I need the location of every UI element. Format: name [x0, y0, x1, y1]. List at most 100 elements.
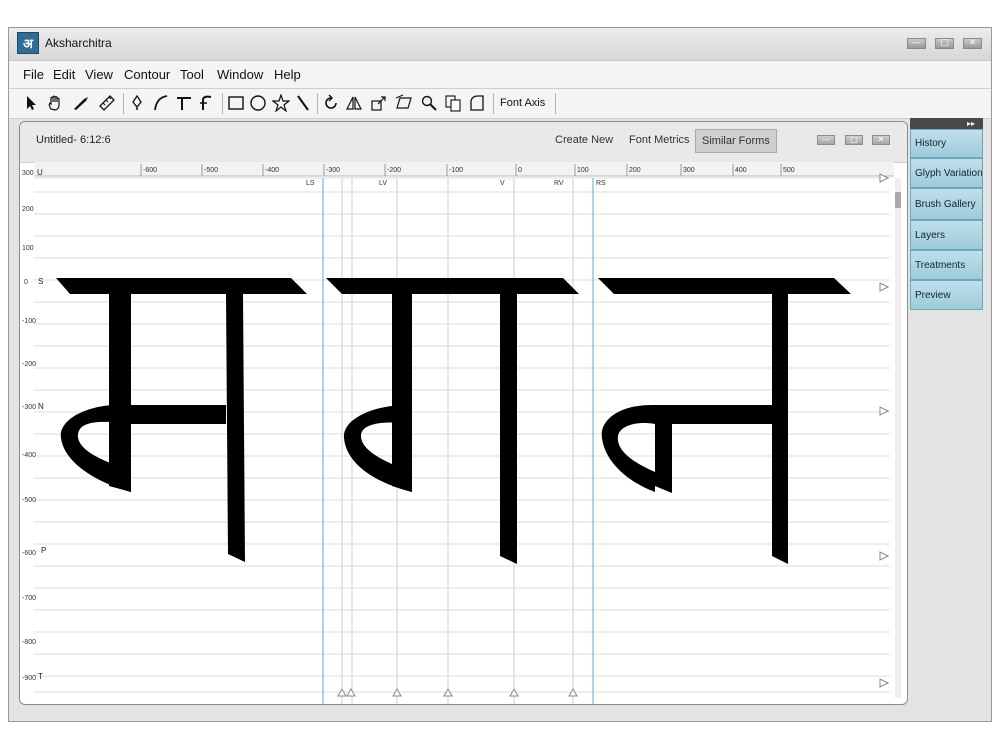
x-tick-label: -300	[326, 167, 340, 174]
menu-contour[interactable]: Contour	[124, 67, 170, 82]
y-tick-label: 200	[22, 206, 34, 213]
panel-treatments[interactable]: Treatments	[910, 250, 983, 280]
menu-view[interactable]: View	[85, 67, 113, 82]
x-tick-label: 0	[518, 167, 522, 174]
document-window: Untitled- 6:12:6 Create New Font Metrics…	[19, 121, 908, 705]
y-tick-label: -500	[22, 497, 36, 504]
create-new-button[interactable]: Create New	[555, 134, 613, 146]
side-panel: ▸▸ History Glyph Variations Brush Galler…	[910, 118, 984, 313]
guide-label-lv: LV	[379, 180, 387, 187]
x-tick-label: 500	[783, 167, 795, 174]
hand-icon[interactable]	[45, 93, 65, 113]
x-tick-label: 400	[735, 167, 747, 174]
y-tick-label: -100	[22, 318, 36, 325]
doc-close-button[interactable]: ✕	[872, 135, 890, 145]
line-icon[interactable]	[293, 93, 313, 113]
glyph-canvas[interactable]: -600 -500 -400 -300 -200 -100 0 100 200 …	[20, 162, 907, 704]
y-tick-label: 300	[22, 170, 34, 177]
glyph-na[interactable]	[598, 278, 851, 564]
minimize-button[interactable]: —	[907, 38, 926, 49]
x-tick-label: -600	[143, 167, 157, 174]
row-label: S	[38, 277, 43, 286]
panel-preview[interactable]: Preview	[910, 280, 983, 310]
corner-icon[interactable]	[174, 93, 194, 113]
pen-icon[interactable]	[127, 93, 147, 113]
row-label: N	[38, 402, 44, 411]
horizontal-ruler	[34, 162, 894, 176]
y-tick-label: -800	[22, 639, 36, 646]
star-icon[interactable]	[271, 93, 291, 113]
y-tick-label: -600	[22, 550, 36, 557]
guide-label-rs: RS	[596, 180, 606, 187]
toolbar-separator	[555, 93, 556, 114]
panel-layers[interactable]: Layers	[910, 220, 983, 250]
document-header: Untitled- 6:12:6 Create New Font Metrics…	[20, 122, 907, 163]
x-tick-label: -200	[387, 167, 401, 174]
vertical-scrollbar[interactable]	[895, 178, 901, 698]
scrollbar-thumb[interactable]	[895, 192, 901, 208]
y-tick-label: -300	[22, 404, 36, 411]
knife-icon[interactable]	[71, 93, 91, 113]
y-tick-label: -200	[22, 361, 36, 368]
mirror-icon[interactable]	[344, 93, 364, 113]
curve-icon[interactable]	[151, 93, 171, 113]
x-tick-label: 200	[629, 167, 641, 174]
guide-label-rv: RV	[554, 180, 564, 187]
y-tick-label: -900	[22, 675, 36, 682]
guide-label-v: V	[500, 180, 505, 187]
rotate-icon[interactable]	[321, 93, 341, 113]
doc-maximize-button[interactable]: □	[845, 135, 863, 145]
shape-icon[interactable]	[467, 93, 487, 113]
menu-help[interactable]: Help	[274, 67, 301, 82]
menu-bar: File Edit View Contour Tool Window Help	[9, 61, 991, 89]
side-panel-toggle[interactable]: ▸▸	[910, 118, 983, 129]
hook-icon[interactable]	[197, 93, 217, 113]
zoom-icon[interactable]	[419, 93, 439, 113]
glyph-ga[interactable]	[326, 278, 579, 564]
copy-icon[interactable]	[443, 93, 463, 113]
menu-edit[interactable]: Edit	[53, 67, 75, 82]
document-title: Untitled- 6:12:6	[36, 134, 111, 146]
panel-history[interactable]: History	[910, 129, 983, 158]
x-tick-label: -100	[449, 167, 463, 174]
similar-forms-button[interactable]: Similar Forms	[695, 129, 777, 153]
panel-glyph-variations[interactable]: Glyph Variations	[910, 158, 983, 188]
row-label: P	[41, 546, 46, 555]
row-label: U	[37, 168, 43, 177]
font-metrics-button[interactable]: Font Metrics	[629, 134, 690, 146]
toolbar-separator	[123, 93, 124, 114]
title-bar: अ Aksharchitra — □ ✕	[9, 28, 991, 61]
grid-lines	[34, 177, 890, 693]
menu-file[interactable]: File	[23, 67, 44, 82]
close-button[interactable]: ✕	[963, 38, 982, 49]
y-tick-label: 0	[24, 279, 28, 286]
panel-brush-gallery[interactable]: Brush Gallery	[910, 188, 983, 220]
doc-minimize-button[interactable]: —	[817, 135, 835, 145]
toolbar-separator	[222, 93, 223, 114]
ruler-icon[interactable]	[97, 93, 117, 113]
x-tick-label: 300	[683, 167, 695, 174]
skew-icon[interactable]	[394, 93, 414, 113]
rectangle-icon[interactable]	[226, 93, 246, 113]
glyph-ma[interactable]	[56, 278, 307, 562]
menu-window[interactable]: Window	[217, 67, 263, 82]
menu-tool[interactable]: Tool	[180, 67, 204, 82]
toolbar-separator	[493, 93, 494, 114]
x-tick-label: -400	[265, 167, 279, 174]
font-axis-button[interactable]: Font Axis	[500, 97, 545, 109]
row-label: T	[38, 672, 43, 681]
toolbar: Font Axis	[9, 89, 991, 119]
y-tick-label: -700	[22, 595, 36, 602]
scale-icon[interactable]	[369, 93, 389, 113]
x-tick-label: 100	[577, 167, 589, 174]
y-tick-label: 100	[22, 245, 34, 252]
maximize-button[interactable]: □	[935, 38, 954, 49]
pointer-icon[interactable]	[22, 93, 42, 113]
x-tick-label: -500	[204, 167, 218, 174]
app-title: Aksharchitra	[45, 36, 112, 50]
app-logo: अ	[17, 32, 39, 54]
y-tick-label: -400	[22, 452, 36, 459]
vertical-guides	[341, 178, 574, 704]
ellipse-icon[interactable]	[248, 93, 268, 113]
canvas-svg: -600 -500 -400 -300 -200 -100 0 100 200 …	[22, 162, 901, 704]
